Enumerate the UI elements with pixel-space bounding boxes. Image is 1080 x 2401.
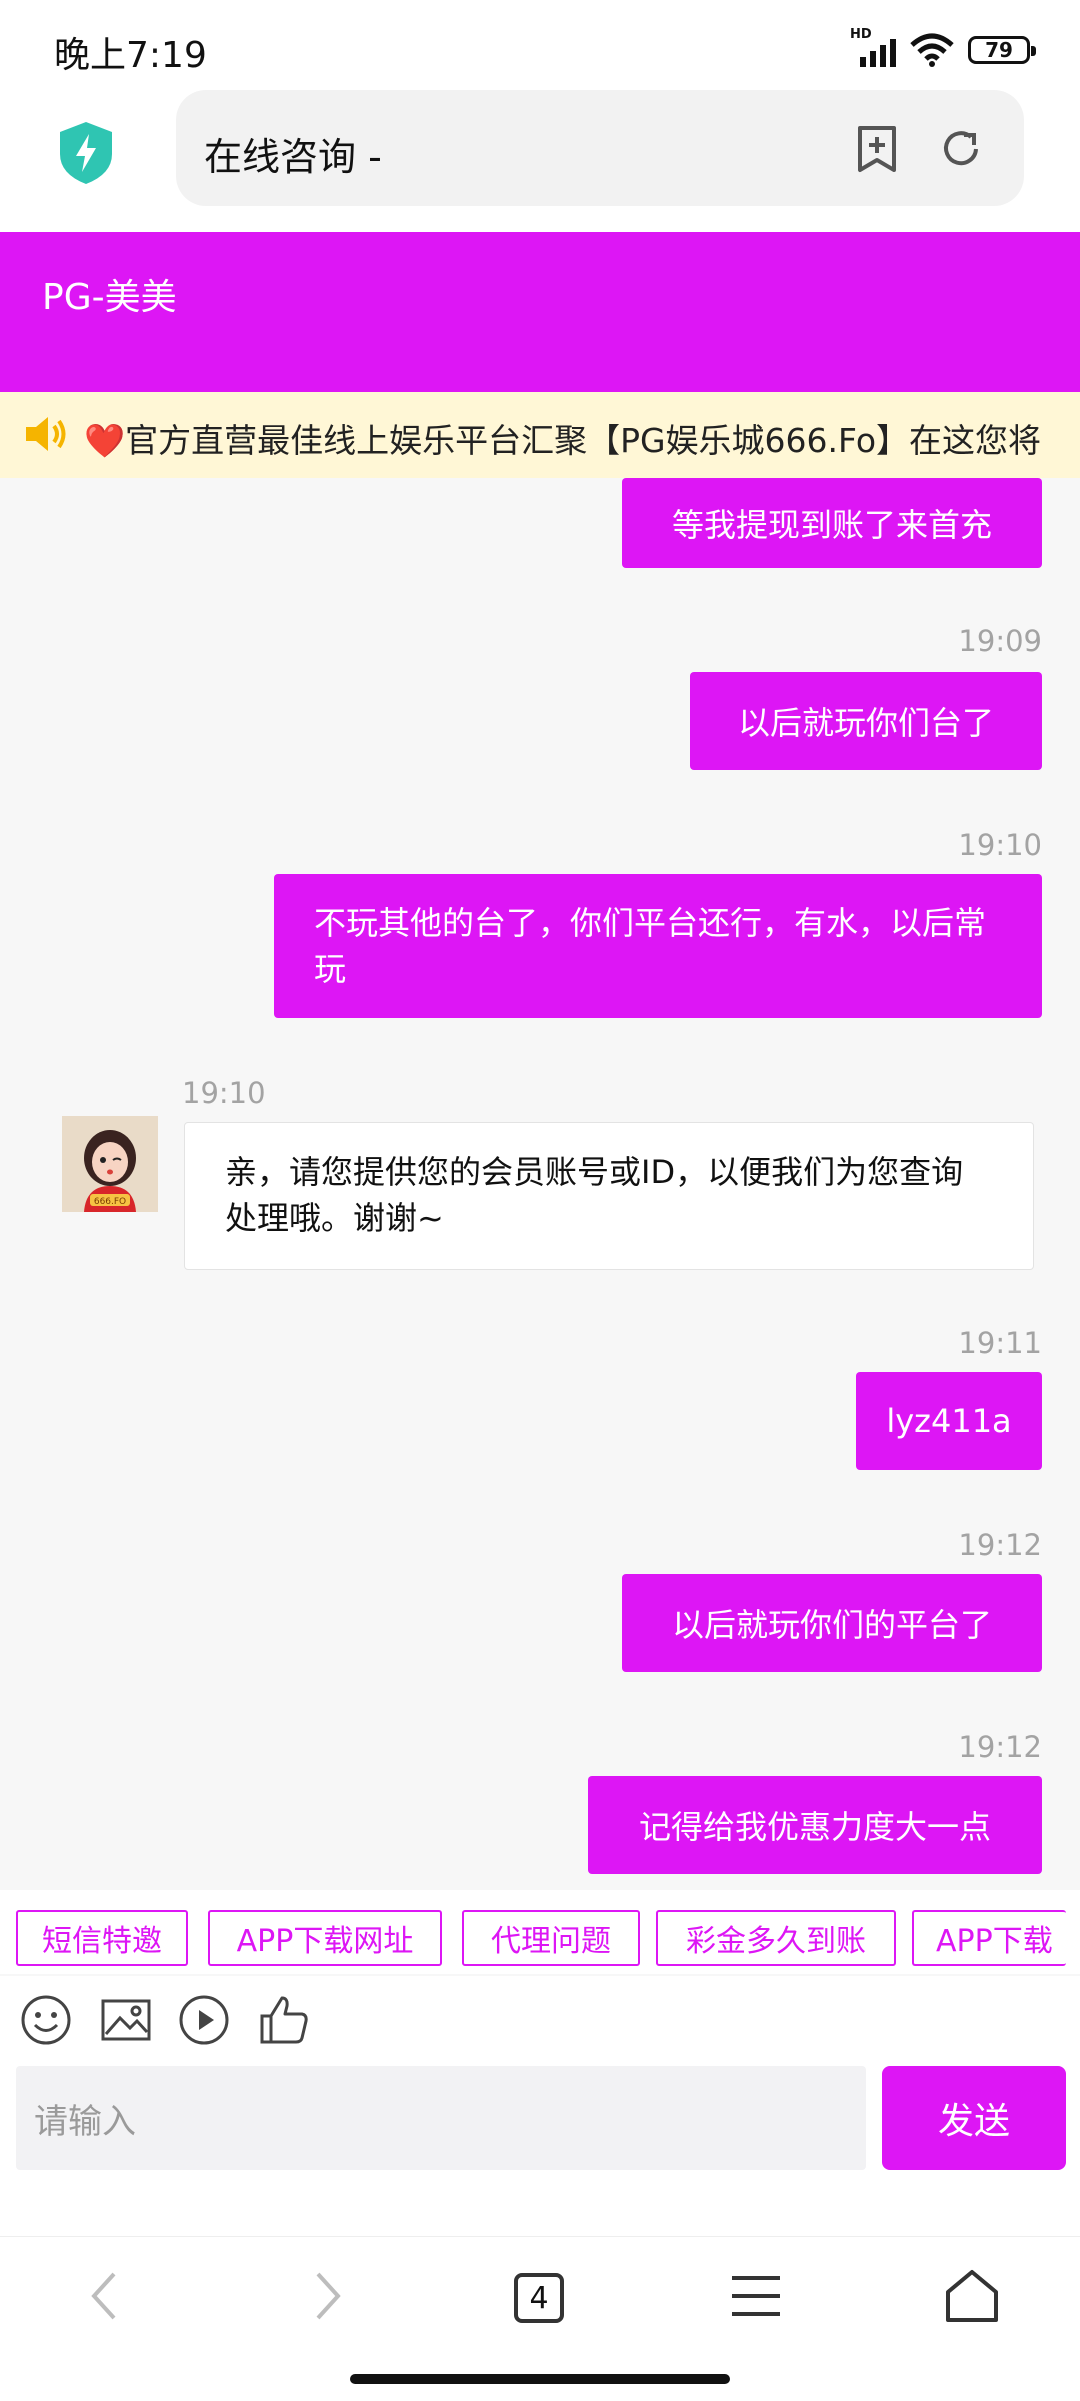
- message-bubble-outgoing: lyz411a: [856, 1372, 1042, 1470]
- thumbs-up-icon[interactable]: [258, 1994, 310, 2046]
- battery-icon: 79: [968, 36, 1036, 64]
- message-text: 以后就玩你们的平台了: [671, 1606, 992, 1644]
- message-input-placeholder[interactable]: 请输入: [34, 2094, 136, 2143]
- message-bubble-outgoing: 等我提现到账了来首充: [622, 478, 1042, 568]
- message-bubble-outgoing: 以后就玩你们台了: [690, 672, 1042, 770]
- announcement-text: ❤️官方直营最佳线上娱乐平台汇聚【PG娱乐城666.Fo】在这您将: [84, 421, 1042, 460]
- wifi-icon: [910, 33, 954, 67]
- bookmark-add-icon[interactable]: [854, 124, 900, 174]
- quick-reply-button[interactable]: 短信特邀: [16, 1910, 188, 1966]
- shield-icon[interactable]: [56, 120, 116, 186]
- quick-reply-button[interactable]: APP下载: [912, 1910, 1066, 1966]
- message-text: 记得给我优惠力度大一点: [638, 1808, 991, 1846]
- message-text: 亲，请您提供您的会员账号或ID，以便我们为您查询处理哦。谢谢~: [225, 1153, 964, 1237]
- message-bubble-incoming: 亲，请您提供您的会员账号或ID，以便我们为您查询处理哦。谢谢~: [184, 1122, 1034, 1270]
- message-text: 等我提现到账了来首充: [671, 506, 992, 544]
- agent-name: PG-美美: [42, 277, 177, 318]
- home-icon[interactable]: [942, 2266, 1002, 2326]
- message-input[interactable]: [16, 2066, 866, 2170]
- message-text: 不玩其他的台了，你们平台还行，有水，以后常玩: [314, 904, 987, 988]
- message-text: lyz411a: [886, 1402, 1012, 1440]
- reload-icon[interactable]: [938, 126, 984, 172]
- message-text: 以后就玩你们台了: [737, 704, 994, 742]
- agent-avatar[interactable]: 666.FO: [62, 1116, 158, 1212]
- message-time: 19:09: [958, 624, 1042, 658]
- speaker-icon: [26, 417, 66, 451]
- message-time: 19:12: [958, 1528, 1042, 1562]
- status-time: 晚上7:19: [54, 35, 207, 76]
- message-time: 19:12: [958, 1730, 1042, 1764]
- video-icon[interactable]: [178, 1994, 230, 2046]
- message-bubble-outgoing: 以后就玩你们的平台了: [622, 1574, 1042, 1672]
- image-icon[interactable]: [100, 1994, 152, 2046]
- home-indicator: [350, 2374, 730, 2384]
- message-bubble-outgoing: 记得给我优惠力度大一点: [588, 1776, 1042, 1874]
- send-button[interactable]: 发送: [882, 2066, 1066, 2170]
- message-time: 19:10: [182, 1076, 266, 1110]
- emoji-icon[interactable]: [20, 1994, 72, 2046]
- quick-reply-button[interactable]: 代理问题: [462, 1910, 640, 1966]
- quick-reply-button[interactable]: 彩金多久到账: [656, 1910, 896, 1966]
- menu-icon[interactable]: [726, 2266, 786, 2326]
- message-time: 19:10: [958, 828, 1042, 862]
- avatar-label: 666.FO: [94, 1197, 126, 1207]
- message-bubble-outgoing: 不玩其他的台了，你们平台还行，有水，以后常玩: [274, 874, 1042, 1018]
- status-icons: HD 79: [850, 27, 1036, 70]
- page-title[interactable]: 在线咨询 -: [204, 126, 382, 181]
- tab-count: 4: [529, 2280, 549, 2316]
- forward-icon[interactable]: [296, 2266, 356, 2326]
- back-icon[interactable]: [76, 2266, 136, 2326]
- signal-icon: HD: [850, 27, 896, 67]
- message-time: 19:11: [958, 1326, 1042, 1360]
- quick-reply-button[interactable]: APP下载网址: [208, 1910, 442, 1966]
- avatar-image: 666.FO: [62, 1116, 158, 1212]
- tabs-button[interactable]: 4: [514, 2273, 564, 2323]
